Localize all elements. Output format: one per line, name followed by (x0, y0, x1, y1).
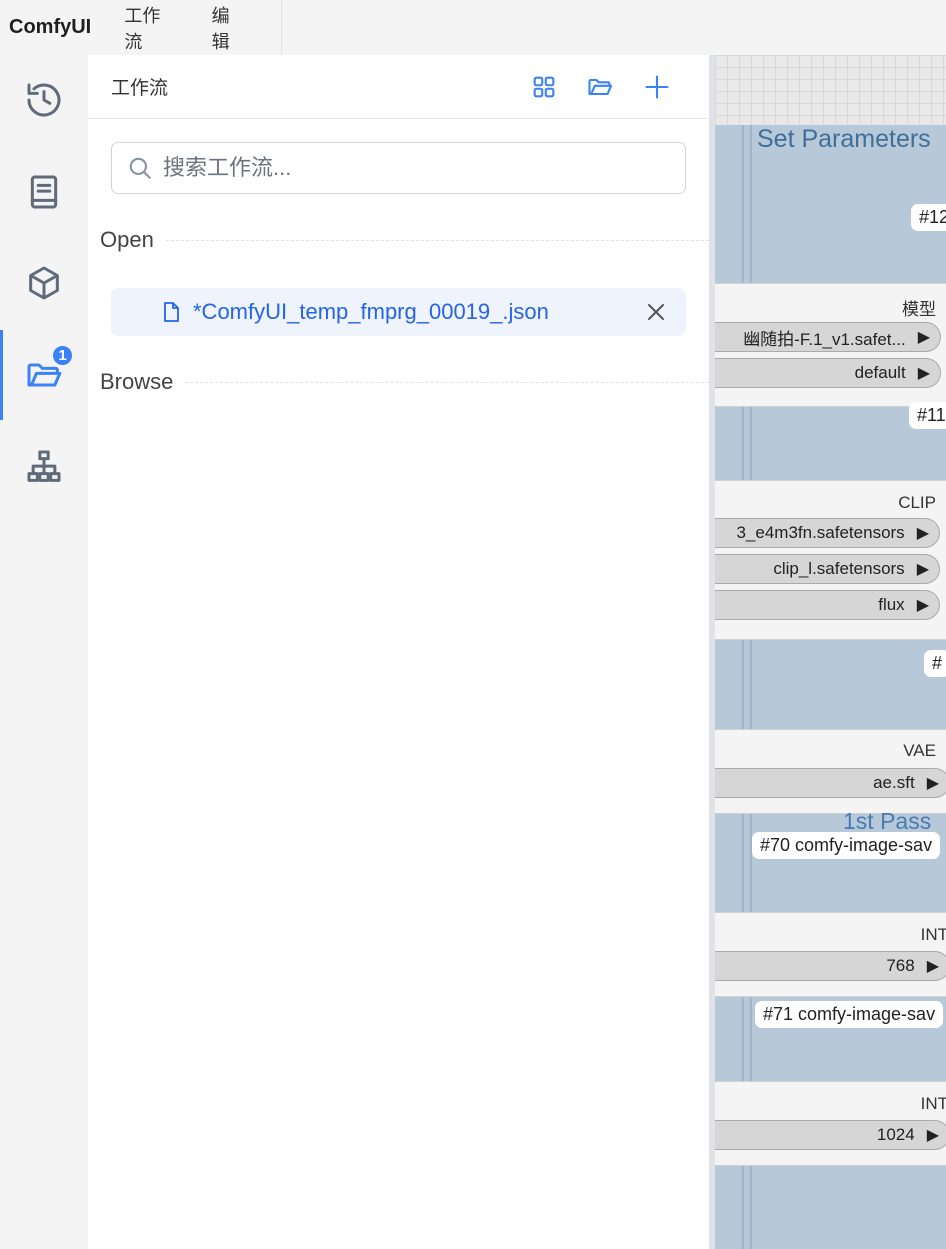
sidebar-item-node-tree[interactable] (0, 422, 88, 512)
menu-edit[interactable]: 编辑 (212, 2, 247, 54)
folder-open-icon (588, 78, 613, 96)
open-workflow-item[interactable]: *ComfyUI_temp_fmprg_00019_.json (111, 288, 686, 336)
widget-value: default (854, 363, 906, 382)
widget-value: 3_e4m3fn.safetensors (736, 523, 905, 542)
panel-header: 工作流 (88, 55, 709, 119)
open-section-label: Open (100, 227, 154, 252)
menu-workflow[interactable]: 工作流 (124, 2, 177, 54)
node-widget[interactable]: 3_e4m3fn.safetensors ▶ (715, 518, 940, 548)
node-widget[interactable]: ae.sft ▶ (715, 768, 946, 798)
workflow-search[interactable] (111, 142, 686, 194)
play-arrow-icon: ▶ (926, 775, 939, 792)
node-widget[interactable]: 768 ▶ (715, 951, 946, 981)
sidebar-item-workflows[interactable]: 1 (0, 330, 88, 420)
new-workflow-button[interactable] (641, 71, 673, 103)
group-title: 1st Pass (843, 808, 932, 834)
sidebar-rail: 1 (0, 55, 88, 1249)
app-logo[interactable]: ComfyUI (0, 16, 111, 39)
widget-value: 1024 (876, 1125, 915, 1144)
sitemap-icon (27, 450, 61, 482)
node-id-tag: #11 (909, 402, 946, 429)
browse-templates-button[interactable] (528, 71, 560, 103)
play-arrow-icon: ▶ (916, 561, 929, 578)
node-widget[interactable]: flux ▶ (715, 590, 940, 620)
widget-value: ae.sft (873, 773, 915, 792)
node-id-tag: # (924, 650, 946, 677)
divider (165, 239, 709, 241)
workflow-panel: 工作流 Open *ComfyUI_temp_fmprg (88, 55, 709, 1249)
widget-value: 幽随拍-F.1_v1.safet... (743, 329, 906, 349)
divider (185, 381, 709, 383)
play-arrow-icon: ▶ (917, 329, 930, 346)
widget-value: clip_l.safetensors (773, 559, 905, 578)
node-id-tag: #70 comfy-image-sav (752, 832, 941, 859)
search-input[interactable] (163, 155, 663, 181)
node-id-tag: #71 comfy-image-sav (755, 1001, 944, 1028)
node-canvas[interactable]: Set Parameters #12 模型 幽随拍-F.1_v1.safet..… (715, 55, 946, 1249)
node-output-label: 模型 (902, 300, 936, 319)
sidebar-item-library[interactable] (0, 147, 88, 237)
play-arrow-icon: ▶ (916, 597, 929, 614)
browse-section-label: Browse (100, 369, 174, 394)
node-widget[interactable]: clip_l.safetensors ▶ (715, 554, 940, 584)
group-title: Set Parameters (757, 125, 931, 153)
search-icon (129, 157, 151, 179)
play-arrow-icon: ▶ (926, 958, 939, 975)
node-clip-loader[interactable]: CLIP 3_e4m3fn.safetensors ▶ clip_l.safete… (715, 480, 946, 640)
node-output-label: VAE (903, 741, 936, 760)
open-section-header: Open (100, 227, 709, 253)
node-widget[interactable]: 幽随拍-F.1_v1.safet... ▶ (715, 322, 941, 352)
grid-icon (533, 76, 555, 98)
node-int-height[interactable]: INT 1024 ▶ (715, 1081, 946, 1166)
node-int-width[interactable]: INT 768 ▶ (715, 912, 946, 997)
close-icon[interactable] (644, 300, 668, 324)
node-output-label: CLIP (898, 493, 936, 512)
play-arrow-icon: ▶ (926, 1127, 939, 1144)
open-workflow-button[interactable] (584, 71, 616, 103)
sidebar-item-history[interactable] (0, 55, 88, 145)
node-widget[interactable]: 1024 ▶ (715, 1120, 946, 1150)
widget-value: 768 (886, 956, 915, 975)
node-output-label: INT (920, 1094, 946, 1113)
file-icon (164, 302, 179, 322)
sidebar-item-models[interactable] (0, 238, 88, 328)
workflow-count-badge: 1 (51, 344, 74, 367)
play-arrow-icon: ▶ (917, 365, 930, 382)
node-widget[interactable]: default ▶ (715, 358, 941, 388)
browse-section-header: Browse (100, 369, 709, 395)
node-model-loader[interactable]: 模型 幽随拍-F.1_v1.safet... ▶ default ▶ (715, 283, 946, 407)
plus-icon (645, 75, 669, 99)
node-output-label: INT (920, 925, 946, 944)
history-icon (27, 83, 61, 117)
open-workflow-name: *ComfyUI_temp_fmprg_00019_.json (193, 299, 549, 324)
cube-icon (29, 266, 59, 300)
panel-title: 工作流 (111, 78, 169, 99)
menubar: ComfyUI 工作流 编辑 (0, 0, 282, 55)
widget-value: flux (878, 595, 905, 614)
play-arrow-icon: ▶ (916, 525, 929, 542)
book-icon (30, 175, 58, 209)
node-id-tag: #12 (911, 204, 946, 231)
node-vae-loader[interactable]: VAE ae.sft ▶ (715, 729, 946, 814)
